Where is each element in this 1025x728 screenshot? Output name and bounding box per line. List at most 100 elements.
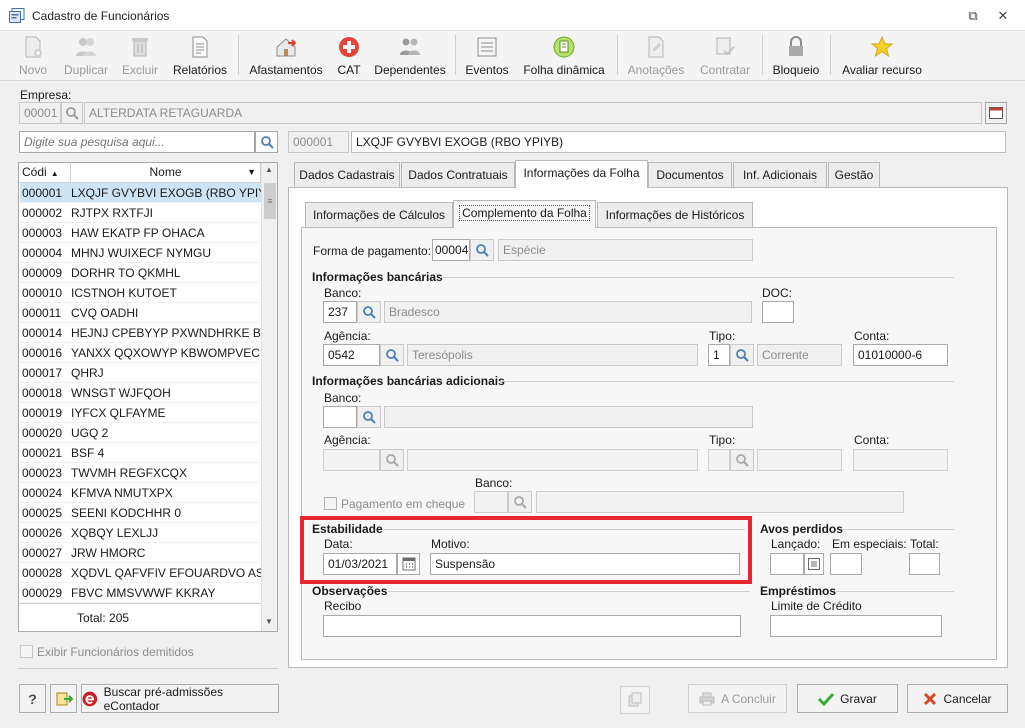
close-button[interactable]: ✕ (994, 7, 1012, 25)
help-button[interactable]: ? (19, 684, 46, 713)
recibo-field[interactable] (323, 615, 741, 637)
agencia-code-field[interactable]: 0542 (323, 344, 380, 366)
search-button[interactable] (255, 131, 278, 153)
eventos-button[interactable]: Eventos (463, 33, 511, 79)
relatorios-button[interactable]: Relatórios (169, 33, 231, 79)
table-row[interactable]: 000011 CVQ OADHI (20, 303, 262, 323)
table-row[interactable]: 000024 KFMVA NMUTXPX (20, 483, 262, 503)
table-row[interactable]: 000003 HAW EKATP FP OHACA (20, 223, 262, 243)
tab-dados-contratuais[interactable]: Dados Contratuais (401, 162, 515, 188)
duplicar-button[interactable]: Duplicar (60, 33, 112, 79)
avos-especiais-label: Em especiais: (832, 537, 907, 551)
table-row[interactable]: 000017 QHRJ (20, 363, 262, 383)
table-row[interactable]: 000018 WNSGT WJFQOH (20, 383, 262, 403)
empresa-label: Empresa: (20, 88, 72, 102)
table-row[interactable]: 000028 XQDVL QAFVFIV EFOUARDVO AST U (20, 563, 262, 583)
selected-name-field[interactable]: LXQJF GVYBVI EXOGB (RBO YPIYB) (351, 131, 1006, 153)
tab-informacoes-folha[interactable]: Informações da Folha (515, 160, 648, 188)
anotacoes-button[interactable]: Anotações (624, 33, 688, 79)
exibir-demitidos-checkbox[interactable] (20, 645, 33, 658)
filter-icon[interactable]: ▼ (247, 163, 256, 182)
table-row[interactable]: 000025 SEENI KODCHHR 0 (20, 503, 262, 523)
estabilidade-data-field[interactable]: 01/03/2021 (323, 553, 397, 575)
avos-lancado-field[interactable] (770, 553, 804, 575)
avos-total-field[interactable] (909, 553, 940, 575)
afastamentos-label: Afastamentos (249, 63, 323, 77)
forma-pagamento-code[interactable]: 00004 (432, 239, 470, 261)
avaliar-recurso-button[interactable]: Avaliar recurso (838, 33, 926, 79)
bloqueio-button[interactable]: Bloqueio (769, 33, 823, 79)
bancarias-title: Informações bancárias (312, 270, 443, 284)
excluir-button[interactable]: Excluir (120, 33, 160, 79)
table-row[interactable]: 000021 BSF 4 (20, 443, 262, 463)
relatorios-label: Relatórios (172, 63, 228, 77)
buscar-pre-admissoes-button[interactable]: Buscar pré-admissões eContador (81, 684, 279, 713)
banco-code-field[interactable]: 237 (323, 301, 357, 323)
novo-button[interactable]: Novo (14, 33, 52, 79)
gravar-button[interactable]: Gravar (797, 684, 898, 713)
table-row[interactable]: 000010 ICSTNOH KUTOET (20, 283, 262, 303)
search-input[interactable] (19, 131, 255, 153)
adic-banco-search-button[interactable] (357, 406, 381, 428)
selected-code-field: 000001 (288, 131, 349, 153)
tab-gestao[interactable]: Gestão (828, 162, 880, 188)
estabilidade-motivo-field[interactable]: Suspensão (430, 553, 740, 575)
table-row[interactable]: 000027 JRW HMORC (20, 543, 262, 563)
table-row[interactable]: 000014 HEJNJ CPEBYYP PXWNDHRKE BTB J (20, 323, 262, 343)
tab-label: Gestão (834, 168, 874, 182)
agencia-search-button[interactable] (380, 344, 404, 366)
tab-documentos[interactable]: Documentos (648, 162, 732, 188)
row-code: 000009 (22, 266, 63, 280)
adic-banco-code-field[interactable] (323, 406, 357, 428)
limite-credito-field[interactable] (770, 615, 942, 637)
column-header-name[interactable]: Nome ▼ (71, 163, 261, 183)
list-scrollbar[interactable]: ▲ ≡ ▼ (261, 163, 277, 631)
row-name: WNSGT WJFQOH (71, 386, 171, 400)
row-name: XQBQY LEXLJJ (71, 526, 159, 540)
avos-especiais-field[interactable] (830, 553, 862, 575)
avos-lancado-list-button[interactable] (804, 553, 824, 575)
magnifier-icon (363, 411, 376, 424)
row-code: 000027 (22, 546, 63, 560)
forma-pagamento-search-button[interactable] (470, 239, 494, 261)
cat-label: CAT (337, 63, 361, 77)
tab-inf-adicionais[interactable]: Inf. Adicionais (733, 162, 827, 188)
tab-dados-cadastrais[interactable]: Dados Cadastrais (294, 162, 400, 188)
table-row[interactable]: 000002 RJTPX RXTFJI (20, 203, 262, 223)
subtab-informacoes-calculos[interactable]: Informações de Cálculos (305, 202, 453, 228)
cat-button[interactable]: CAT (333, 33, 365, 79)
doc-field[interactable] (762, 301, 794, 323)
employee-list[interactable]: Códi ▲ Nome ▼ ▲ ≡ ▼ 000001 LXQJF GVYBVI EXO… (18, 162, 278, 632)
restore-button[interactable]: ⧉ (964, 7, 982, 25)
empresa-panel-button[interactable] (985, 102, 1007, 124)
table-row[interactable]: 000029 FBVC MMSVWWF KKRAY (20, 583, 262, 603)
import-button[interactable] (50, 684, 77, 713)
tipo-search-button[interactable] (730, 344, 754, 366)
scroll-down-icon[interactable]: ▼ (265, 617, 273, 626)
table-row[interactable]: 000001 LXQJF GVYBVI EXOGB (RBO YPIYB) (20, 183, 262, 203)
folha-dinamica-button[interactable]: Folha dinâmica (518, 33, 610, 79)
conta-label: Conta: (854, 329, 890, 343)
tipo-code-field[interactable]: 1 (708, 344, 730, 366)
contratar-button[interactable]: Contratar (696, 33, 754, 79)
table-row[interactable]: 000020 UGQ 2 (20, 423, 262, 443)
conta-field[interactable]: 01010000-6 (853, 344, 948, 366)
table-row[interactable]: 000004 MHNJ WUIXECF NYMGU (20, 243, 262, 263)
scroll-thumb[interactable]: ≡ (264, 183, 276, 219)
subtab-informacoes-historicos[interactable]: Informações de Históricos (597, 202, 753, 228)
banco-search-button[interactable] (357, 301, 381, 323)
column-header-code[interactable]: Códi ▲ (19, 163, 71, 183)
table-row[interactable]: 000009 DORHR TO QKMHL (20, 263, 262, 283)
subtab-complemento-folha[interactable]: Complemento da Folha (453, 200, 596, 228)
cancelar-button[interactable]: Cancelar (907, 684, 1008, 713)
estabilidade-date-picker-button[interactable] (397, 553, 420, 575)
table-row[interactable]: 000016 YANXX QQXOWYP KBWOMPVEC A (20, 343, 262, 363)
table-row[interactable]: 000023 TWVMH REGFXCQX (20, 463, 262, 483)
afastamentos-button[interactable]: Afastamentos (245, 33, 327, 79)
table-row[interactable]: 000026 XQBQY LEXLJJ (20, 523, 262, 543)
new-document-icon (25, 36, 42, 58)
table-row[interactable]: 000019 IYFCX QLFAYME (20, 403, 262, 423)
dependentes-button[interactable]: Dependentes (372, 33, 448, 79)
recibo-label: Recibo (324, 599, 362, 613)
scroll-up-icon[interactable]: ▲ (265, 165, 273, 174)
